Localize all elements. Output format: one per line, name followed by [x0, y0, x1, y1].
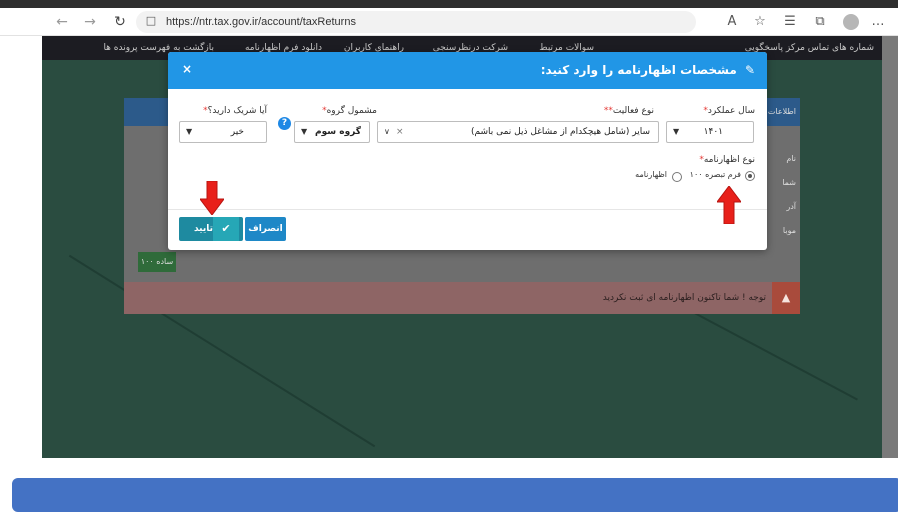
year-select[interactable]: ۱۴۰۱ ▼ — [666, 121, 754, 143]
edit-icon: ✎ — [744, 63, 755, 77]
partner-select[interactable]: خیر ▼ — [179, 121, 267, 143]
modal-title-text: مشخصات اظهارنامه را وارد کنید: — [540, 63, 737, 77]
chevron-down-icon: ▼ — [673, 127, 680, 136]
chevron-down-icon: ▼ — [301, 127, 308, 136]
chevron-down-icon: ▼ — [186, 127, 193, 136]
cancel-button[interactable]: انصراف — [245, 217, 286, 241]
modal-header: ✎ مشخصات اظهارنامه را وارد کنید: × — [168, 52, 767, 89]
background-label: نام — [786, 154, 796, 163]
modal-title: ✎ مشخصات اظهارنامه را وارد کنید: — [541, 52, 755, 89]
partner-label: آیا شریک دارید؟* — [203, 106, 267, 116]
back-icon[interactable]: ← — [52, 12, 72, 32]
activity-label: نوع فعالیت** — [604, 106, 654, 116]
bottom-blue-bar — [12, 478, 898, 512]
partner-label-text: آیا شریک دارید؟ — [207, 106, 267, 116]
year-label: سال عملکرد* — [703, 106, 755, 116]
favorite-icon[interactable]: ☆ — [750, 12, 770, 32]
activity-select[interactable]: سایر (شامل هیچکدام از مشاغل ذیل نمی باشم… — [377, 121, 659, 143]
forward-icon[interactable]: → — [80, 12, 100, 32]
activity-value: سایر (شامل هیچکدام از مشاغل ذیل نمی باشم… — [470, 127, 650, 137]
radio-form-100[interactable] — [745, 171, 755, 181]
modal-footer-divider — [168, 209, 767, 210]
more-options-icon[interactable]: … — [868, 12, 888, 32]
tax-return-modal: ✎ مشخصات اظهارنامه را وارد کنید: × سال ع… — [168, 52, 767, 250]
background-form100-button[interactable]: ساده ۱۰۰ — [138, 252, 176, 272]
year-label-text: سال عملکرد — [707, 106, 755, 116]
background-label: موبا — [782, 226, 796, 235]
radio-form-100-label[interactable]: فرم تبصره ۱۰۰ — [690, 170, 741, 179]
return-type-label: نوع اظهارنامه* — [699, 155, 755, 165]
background-label: آدر — [786, 202, 796, 211]
read-aloud-icon[interactable]: A — [722, 12, 742, 32]
group-value: گروه سوم — [315, 127, 361, 137]
group-label: مشمول گروه* — [322, 106, 377, 116]
chevron-down-icon: ∨ — [384, 127, 390, 136]
return-type-label-text: نوع اظهارنامه — [703, 155, 755, 165]
year-value: ۱۴۰۱ — [703, 127, 723, 137]
group-label-text: مشمول گروه — [326, 106, 377, 116]
help-icon[interactable]: ? — [278, 117, 291, 130]
required-mark: ** — [603, 106, 613, 116]
address-bar[interactable]: □ https://ntr.tax.gov.ir/account/taxRetu… — [136, 11, 696, 33]
alert-text: توجه ! شما تاکنون اظهارنامه ای ثبت نکردی… — [602, 293, 766, 303]
background-label: شما — [782, 178, 796, 187]
warning-icon: ▲ — [772, 282, 800, 314]
radio-tax-return[interactable] — [672, 172, 682, 182]
clear-icon[interactable]: × — [396, 122, 404, 142]
radio-tax-return-label[interactable]: اظهارنامه — [635, 170, 667, 179]
check-icon: ✔ — [213, 217, 239, 241]
os-top-strip — [0, 0, 898, 8]
collections-icon[interactable]: ⧉ — [810, 12, 830, 32]
close-icon[interactable]: × — [180, 62, 194, 76]
background-card-title: اطلاعات — [767, 107, 796, 116]
group-select[interactable]: گروه سوم ▼ — [294, 121, 370, 143]
annotation-arrow-down-icon — [200, 181, 224, 215]
reload-icon[interactable]: ↻ — [110, 12, 130, 32]
favorites-list-icon[interactable]: ☰ — [780, 12, 800, 32]
confirm-button[interactable]: ✔ تایید — [179, 217, 243, 241]
confirm-button-label: تایید — [193, 224, 213, 234]
alert-bar: ▲ توجه ! شما تاکنون اظهارنامه ای ثبت نکر… — [124, 282, 800, 314]
lock-icon: □ — [145, 14, 157, 27]
browser-toolbar: ← → ↻ □ https://ntr.tax.gov.ir/account/t… — [0, 8, 898, 36]
url-text: https://ntr.tax.gov.ir/account/taxReturn… — [166, 16, 356, 28]
activity-label-text: نوع فعالیت — [612, 106, 654, 116]
page-scrollbar[interactable] — [882, 36, 898, 458]
screenshot-root: ← → ↻ □ https://ntr.tax.gov.ir/account/t… — [0, 0, 898, 518]
profile-avatar[interactable] — [843, 14, 859, 30]
annotation-arrow-up-icon — [717, 186, 741, 224]
partner-value: خیر — [230, 127, 244, 137]
